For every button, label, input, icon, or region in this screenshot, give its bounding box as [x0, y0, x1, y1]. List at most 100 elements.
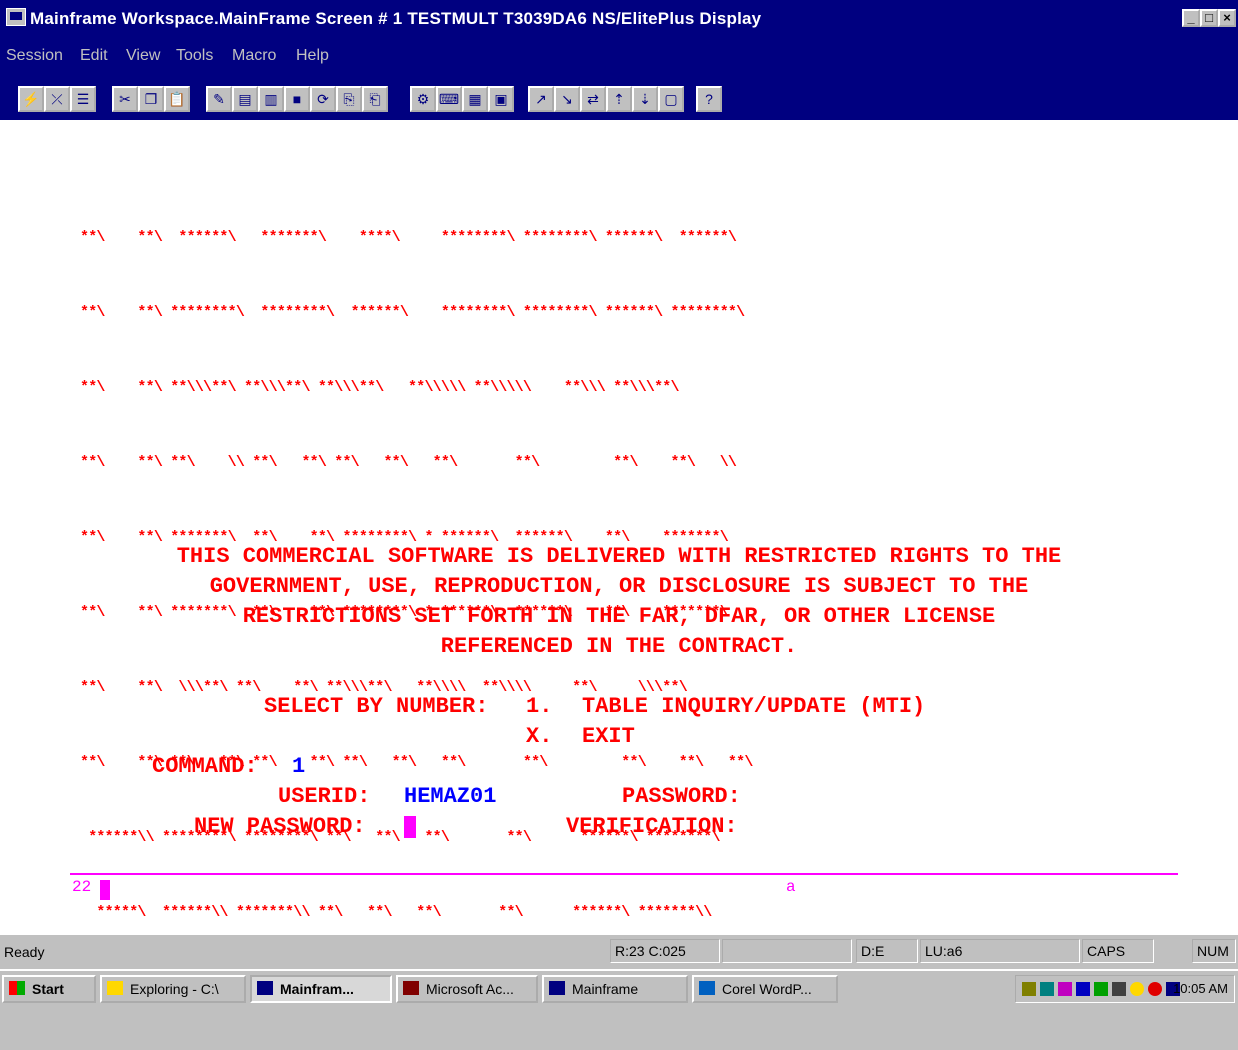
caps-indicator: CAPS: [1082, 939, 1154, 963]
window-title: Mainframe Workspace.MainFrame Screen # 1…: [30, 9, 762, 28]
start-button[interactable]: Start: [2, 975, 96, 1003]
terminal-icon: [549, 981, 565, 995]
status-bar: Ready R:23 C:025 D:E LU:a6 CAPS NUM: [0, 935, 1238, 969]
maximize-button[interactable]: □: [1200, 9, 1218, 27]
access-icon: [403, 981, 419, 995]
password-label: PASSWORD:: [622, 784, 741, 809]
properties-icon[interactable]: ☰: [70, 86, 96, 112]
select-label: SELECT BY NUMBER:: [264, 694, 489, 719]
task-label: Mainframe: [572, 981, 639, 997]
notice-line: THIS COMMERCIAL SOFTWARE IS DELIVERED WI…: [176, 544, 1062, 569]
command-field[interactable]: 1: [292, 754, 305, 779]
status-panel-blank: [1156, 939, 1190, 963]
terminal-screen[interactable]: **\ **\ ******\ *******\ ****\ ********\…: [0, 120, 1238, 996]
task-label: Corel WordP...: [722, 981, 812, 997]
tray-app-icon[interactable]: [1130, 982, 1144, 996]
banner-line: *****\ ******\\ *******\\ **\ **\ **\ **…: [80, 904, 712, 921]
copy-icon[interactable]: ❐: [138, 86, 164, 112]
macro-icon[interactable]: ⚙: [410, 86, 436, 112]
option-key: X.: [526, 724, 553, 749]
explorer-icon: [107, 981, 123, 995]
clock[interactable]: 10:05 AM: [1173, 981, 1228, 996]
command-label: COMMAND:: [152, 754, 258, 779]
keypad-icon[interactable]: ▦: [462, 86, 488, 112]
option-label: TABLE INQUIRY/UPDATE (MTI): [582, 694, 926, 719]
cursor[interactable]: [404, 816, 416, 838]
toolbar: ⚡ ⤫ ☰ ✂ ❐ 📋 ✎ ▤ ▥ ■ ⟳ ⎘ ⎗ ⚙ ⌨ ▦ ▣ ↗ ↘ ⇄ …: [0, 78, 1238, 120]
menu-edit[interactable]: Edit: [80, 47, 108, 65]
keyboard-icon[interactable]: ⌨: [436, 86, 462, 112]
tray-app-icon[interactable]: [1148, 982, 1162, 996]
transfer-icon[interactable]: ⇄: [580, 86, 606, 112]
stop-icon[interactable]: ■: [284, 86, 310, 112]
network-icon[interactable]: [1040, 982, 1054, 996]
wordperfect-icon: [699, 981, 715, 995]
windows-logo-icon: [9, 981, 25, 995]
num-indicator: NUM: [1192, 939, 1236, 963]
help-icon[interactable]: ?: [696, 86, 722, 112]
paste-screen-icon[interactable]: ⎗: [362, 86, 388, 112]
banner-line: **\ **\ ********\ ********\ ******\ ****…: [80, 304, 745, 321]
upload-icon[interactable]: ⇡: [606, 86, 632, 112]
menu-session[interactable]: Session: [6, 47, 63, 65]
tray-app-icon[interactable]: [1058, 982, 1072, 996]
tray-app-icon[interactable]: [1076, 982, 1090, 996]
paste-icon[interactable]: 📋: [164, 86, 190, 112]
new-password-label: NEW PASSWORD:: [194, 814, 366, 839]
menu-tools[interactable]: Tools: [176, 47, 213, 65]
task-label: Exploring - C:\: [130, 981, 219, 997]
status-panel-empty: [722, 939, 852, 963]
disconnect-icon[interactable]: ⤫: [44, 86, 70, 112]
userid-field[interactable]: HEMAZ01: [404, 784, 496, 809]
oia-indicator: a: [786, 878, 796, 896]
oia-row: 22: [72, 878, 92, 896]
task-label: Microsoft Ac...: [426, 981, 514, 997]
status-panel-lu: LU:a6: [920, 939, 1080, 963]
title-bar[interactable]: Mainframe Workspace.MainFrame Screen # 1…: [0, 0, 1238, 38]
task-mainframe[interactable]: Mainframe: [542, 975, 688, 1003]
connect-icon[interactable]: ⚡: [18, 86, 44, 112]
status-panel-de: D:E: [856, 939, 918, 963]
notice-line: REFERENCED IN THE CONTRACT.: [440, 634, 798, 659]
speaker-icon[interactable]: [1022, 982, 1036, 996]
tray-app-icon[interactable]: [1112, 982, 1126, 996]
copy-screen-icon[interactable]: ⎘: [336, 86, 362, 112]
print-icon[interactable]: ▤: [232, 86, 258, 112]
send-file-icon[interactable]: ↗: [528, 86, 554, 112]
receive-file-icon[interactable]: ↘: [554, 86, 580, 112]
task-label: Mainfram...: [280, 981, 354, 997]
menu-macro[interactable]: Macro: [232, 47, 276, 65]
minimize-button[interactable]: _: [1182, 9, 1200, 27]
notice-line: GOVERNMENT, USE, REPRODUCTION, OR DISCLO…: [209, 574, 1029, 599]
reset-icon[interactable]: ⟳: [310, 86, 336, 112]
menu-help[interactable]: Help: [296, 47, 329, 65]
task-mainframe-active[interactable]: Mainfram...: [250, 975, 392, 1003]
close-button[interactable]: ×: [1218, 9, 1236, 27]
menu-bar: Session Edit View Tools Macro Help: [0, 38, 1238, 78]
verification-label: VERIFICATION:: [566, 814, 738, 839]
terminal-icon: [257, 981, 273, 995]
settings-icon[interactable]: ▣: [488, 86, 514, 112]
task-microsoft-access[interactable]: Microsoft Ac...: [396, 975, 538, 1003]
taskbar: Start Exploring - C:\ Mainfram... Micros…: [0, 969, 1238, 1007]
download-icon[interactable]: ⇣: [632, 86, 658, 112]
cut-icon[interactable]: ✂: [112, 86, 138, 112]
tray-app-icon[interactable]: [1094, 982, 1108, 996]
start-label: Start: [32, 981, 64, 997]
option-label: EXIT: [582, 724, 635, 749]
capture-icon[interactable]: ▢: [658, 86, 684, 112]
edit-icon[interactable]: ✎: [206, 86, 232, 112]
task-corel-wordperfect[interactable]: Corel WordP...: [692, 975, 838, 1003]
notice-line: RESTRICTIONS SET FORTH IN THE FAR, DFAR,…: [242, 604, 996, 629]
app-icon[interactable]: [6, 8, 26, 26]
option-key: 1.: [526, 694, 553, 719]
banner-line: **\ **\ **\ \\ **\ **\ **\ **\ **\ **\ *…: [80, 454, 737, 471]
system-tray: 10:05 AM: [1015, 975, 1235, 1003]
userid-label: USERID:: [278, 784, 371, 809]
oia-divider: [70, 873, 1178, 875]
oia-cursor: [100, 880, 110, 900]
print-setup-icon[interactable]: ▥: [258, 86, 284, 112]
menu-view[interactable]: View: [126, 47, 160, 65]
task-exploring[interactable]: Exploring - C:\: [100, 975, 246, 1003]
status-text: Ready: [4, 944, 45, 960]
